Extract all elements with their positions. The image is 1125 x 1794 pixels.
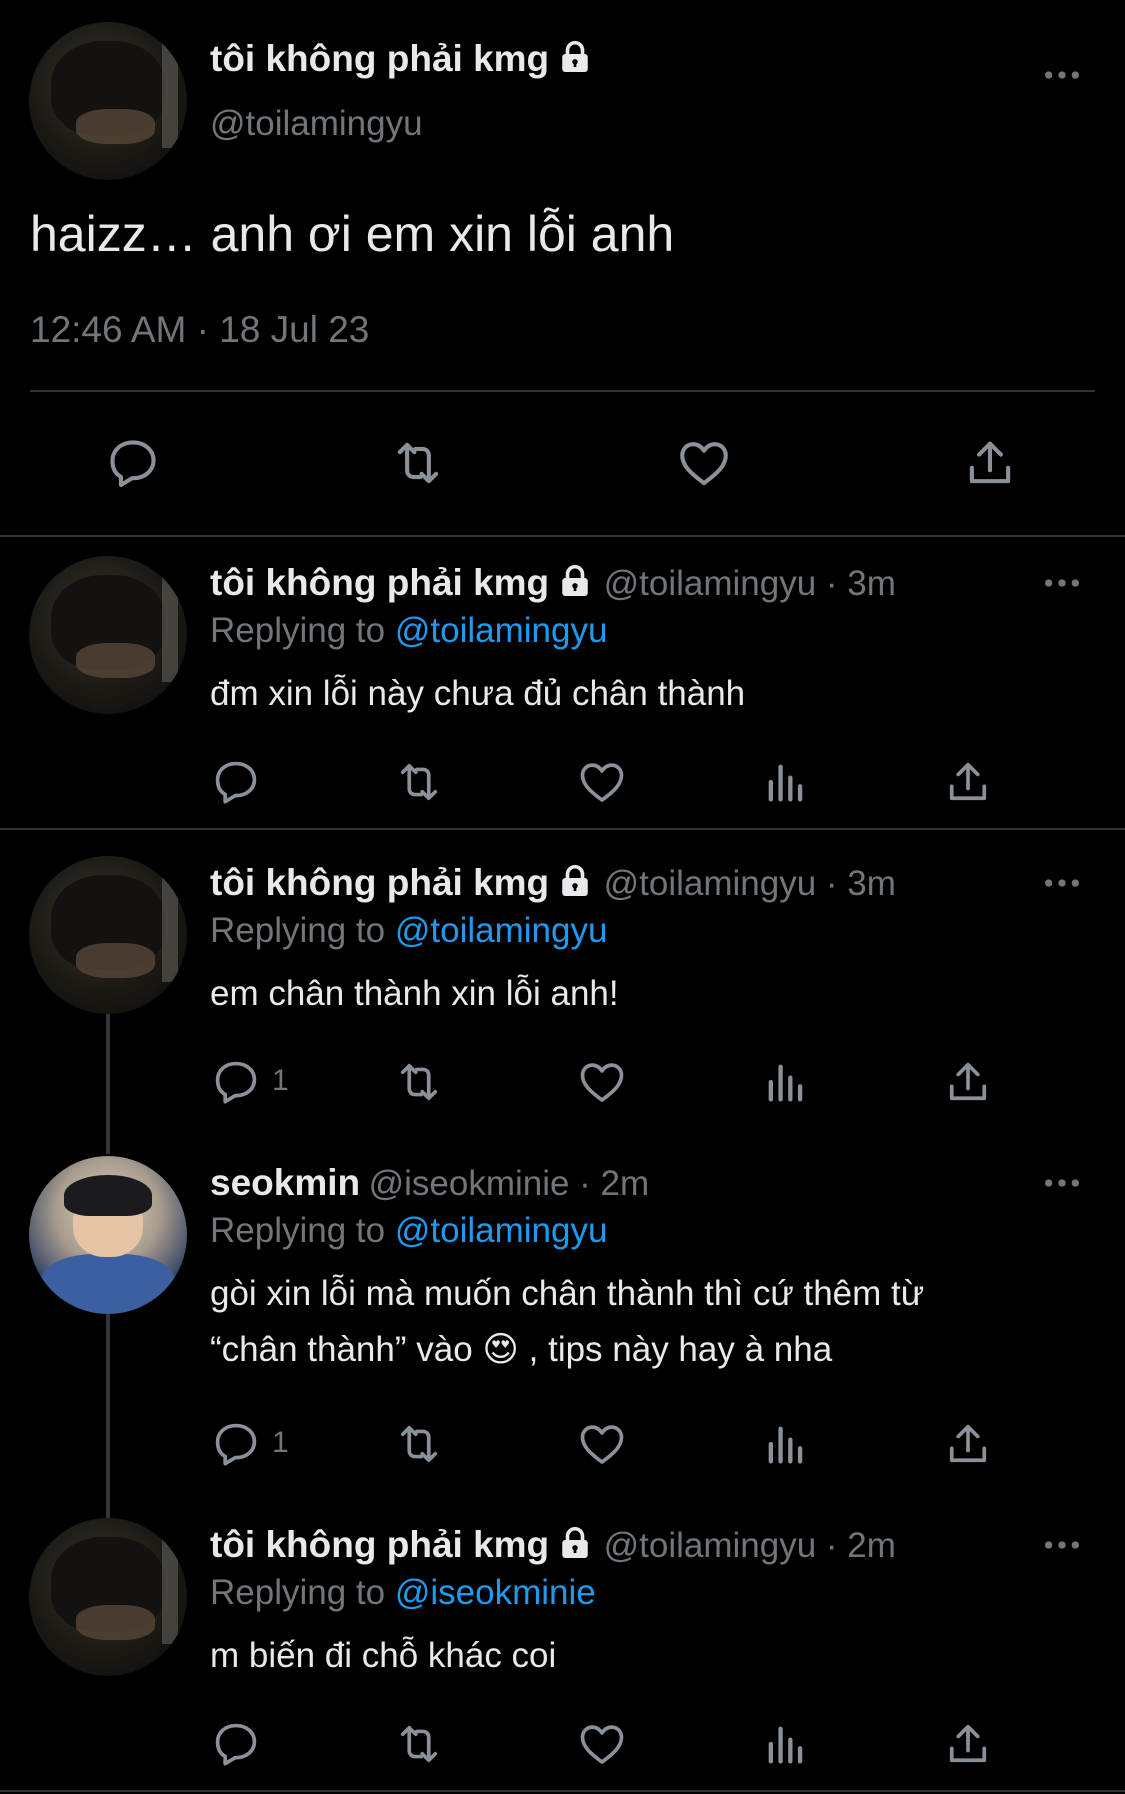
share-icon[interactable] <box>942 1056 994 1108</box>
tweet-timestamp[interactable]: 12:46 AM · 18 Jul 23 <box>30 309 369 351</box>
avatar[interactable] <box>29 556 187 714</box>
reply-header: tôi không phải kmg @toilamingyu · 3m <box>210 562 896 604</box>
divider <box>0 535 1125 537</box>
like-icon[interactable] <box>576 1418 628 1470</box>
replying-label: Replying to <box>210 911 386 950</box>
replying-label: Replying to <box>210 1573 386 1612</box>
author-handle-time[interactable]: @toilamingyu · 3m <box>604 864 896 903</box>
reply-icon[interactable] <box>210 1418 262 1470</box>
more-icon[interactable] <box>1042 876 1082 890</box>
thread-line <box>106 1312 110 1520</box>
reply-header: tôi không phải kmg @toilamingyu · 3m <box>210 862 896 904</box>
replying-mention[interactable]: @toilamingyu <box>395 911 608 950</box>
author-handle[interactable]: @toilamingyu <box>210 104 423 144</box>
like-icon[interactable] <box>675 434 733 492</box>
author-name-text: tôi không phải kmg <box>210 38 550 79</box>
reply-icon[interactable] <box>104 434 162 492</box>
author-name[interactable]: tôi không phải kmg <box>210 38 593 80</box>
share-icon[interactable] <box>942 1718 994 1770</box>
author-name[interactable]: seokmin <box>210 1162 360 1203</box>
more-icon[interactable] <box>1042 1176 1082 1190</box>
emoji-heart-eyes-icon: 😍 <box>482 1330 519 1370</box>
divider <box>0 1790 1125 1792</box>
retweet-icon[interactable] <box>391 1418 447 1470</box>
views-icon[interactable] <box>760 1718 812 1770</box>
divider <box>0 828 1125 830</box>
avatar[interactable] <box>29 22 187 180</box>
reply-count: 1 <box>272 1426 289 1459</box>
reply-text: đm xin lỗi này chưa đủ chân thành <box>210 674 746 713</box>
lock-icon <box>557 38 593 80</box>
share-icon[interactable] <box>942 1418 994 1470</box>
replying-label: Replying to <box>210 1211 386 1250</box>
reply-text-line: gòi xin lỗi mà muốn chân thành thì cứ th… <box>210 1274 925 1313</box>
author-handle-time[interactable]: @iseokminie · 2m <box>369 1164 650 1203</box>
more-icon[interactable] <box>1042 1538 1082 1552</box>
share-icon[interactable] <box>960 434 1020 492</box>
replying-label: Replying to <box>210 611 386 650</box>
lock-icon <box>557 563 593 600</box>
reply-header: seokmin @iseokminie · 2m <box>210 1162 649 1204</box>
reply-icon[interactable] <box>210 1718 262 1770</box>
like-icon[interactable] <box>576 1718 628 1770</box>
replying-to: Replying to @iseokminie <box>210 1573 596 1613</box>
author-handle-time[interactable]: @toilamingyu · 2m <box>604 1526 896 1565</box>
replying-to: Replying to @toilamingyu <box>210 911 607 951</box>
reply-text: m biến đi chỗ khác coi <box>210 1636 557 1675</box>
reply-count: 1 <box>272 1064 289 1097</box>
views-icon[interactable] <box>760 1418 812 1470</box>
like-icon[interactable] <box>576 1056 628 1108</box>
retweet-icon[interactable] <box>391 756 447 808</box>
divider <box>30 390 1095 392</box>
reply-text-segment: , tips này hay à nha <box>528 1330 833 1369</box>
views-icon[interactable] <box>760 756 812 808</box>
author-name[interactable]: tôi không phải kmg <box>210 1524 549 1565</box>
author-handle-time[interactable]: @toilamingyu · 3m <box>604 564 896 603</box>
tweet-text: haizz… anh ơi em xin lỗi anh <box>30 206 675 262</box>
author-name[interactable]: tôi không phải kmg <box>210 862 549 903</box>
reply-icon[interactable] <box>210 756 262 808</box>
reply-text-line: “chân thành” vào 😍 , tips này hay à nha <box>210 1322 924 1378</box>
retweet-icon[interactable] <box>386 434 450 492</box>
reply-text: gòi xin lỗi mà muốn chân thành thì cứ th… <box>210 1266 924 1378</box>
author-name[interactable]: tôi không phải kmg <box>210 562 549 603</box>
reply-icon[interactable] <box>210 1056 262 1108</box>
share-icon[interactable] <box>942 756 994 808</box>
replying-mention[interactable]: @toilamingyu <box>395 1211 608 1250</box>
views-icon[interactable] <box>760 1056 812 1108</box>
replying-mention[interactable]: @iseokminie <box>395 1573 596 1612</box>
thread-line <box>106 1012 110 1154</box>
more-icon[interactable] <box>1042 576 1082 590</box>
lock-icon <box>557 1525 593 1562</box>
reply-header: tôi không phải kmg @toilamingyu · 2m <box>210 1524 896 1566</box>
avatar[interactable] <box>29 1518 187 1676</box>
retweet-icon[interactable] <box>391 1056 447 1108</box>
lock-icon <box>557 863 593 900</box>
avatar[interactable] <box>29 856 187 1014</box>
retweet-icon[interactable] <box>391 1718 447 1770</box>
replying-to: Replying to @toilamingyu <box>210 611 607 651</box>
like-icon[interactable] <box>576 756 628 808</box>
reply-text: em chân thành xin lỗi anh! <box>210 974 619 1013</box>
more-icon[interactable] <box>1042 68 1082 82</box>
replying-mention[interactable]: @toilamingyu <box>395 611 608 650</box>
replying-to: Replying to @toilamingyu <box>210 1211 607 1251</box>
reply-text-segment: “chân thành” vào <box>210 1330 473 1369</box>
avatar[interactable] <box>29 1156 187 1314</box>
